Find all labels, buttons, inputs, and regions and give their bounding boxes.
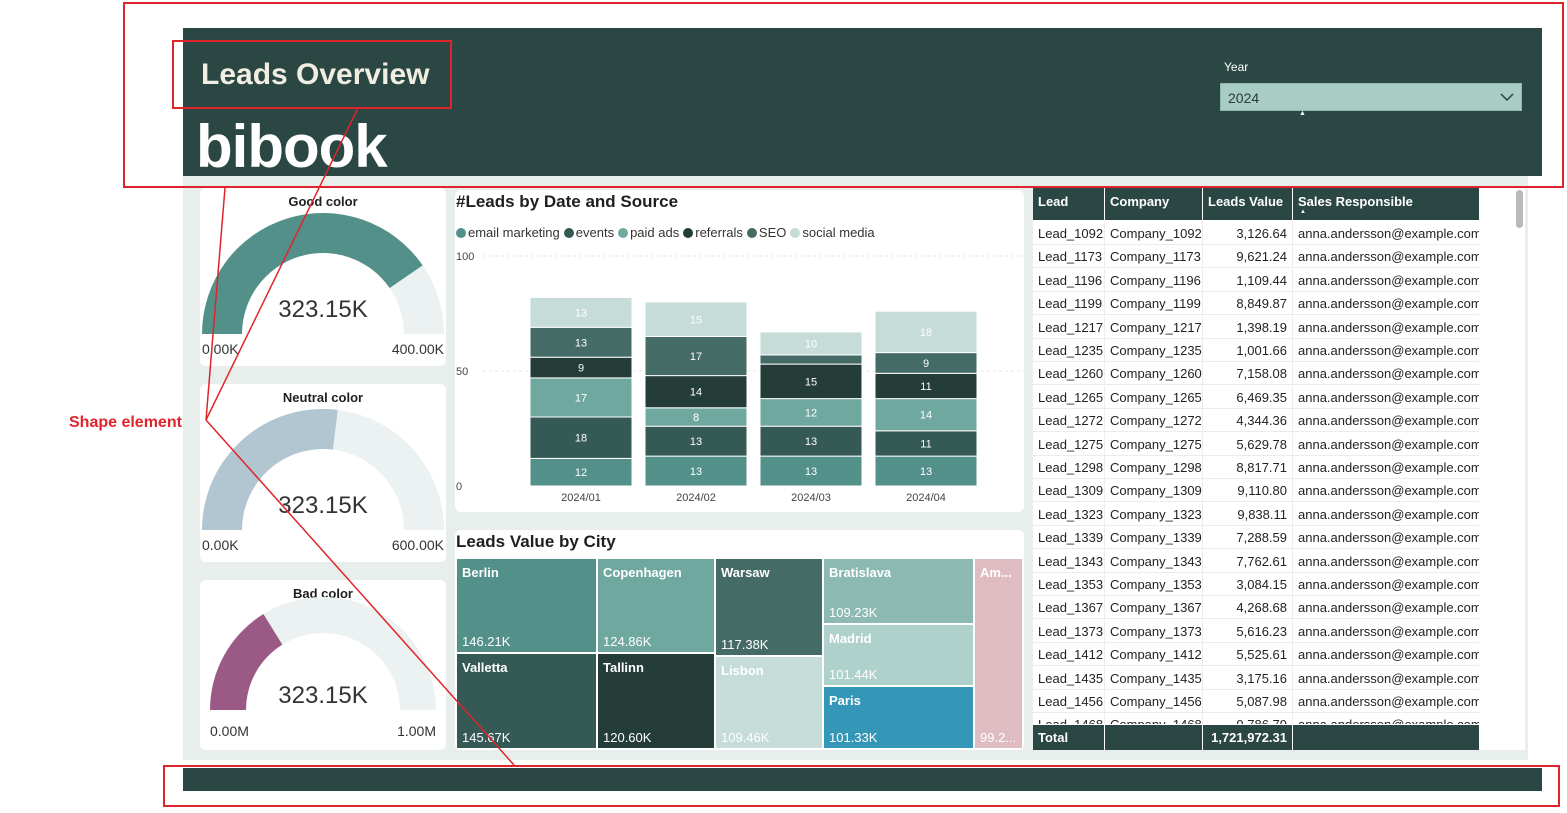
report-page: Leads Overview bibook Year 2024 ▲ Good c…: [0, 0, 1567, 813]
connector-to-footer: [205, 419, 515, 766]
connector-to-title: [205, 109, 358, 421]
annotation-connector-lines: [205, 109, 515, 766]
